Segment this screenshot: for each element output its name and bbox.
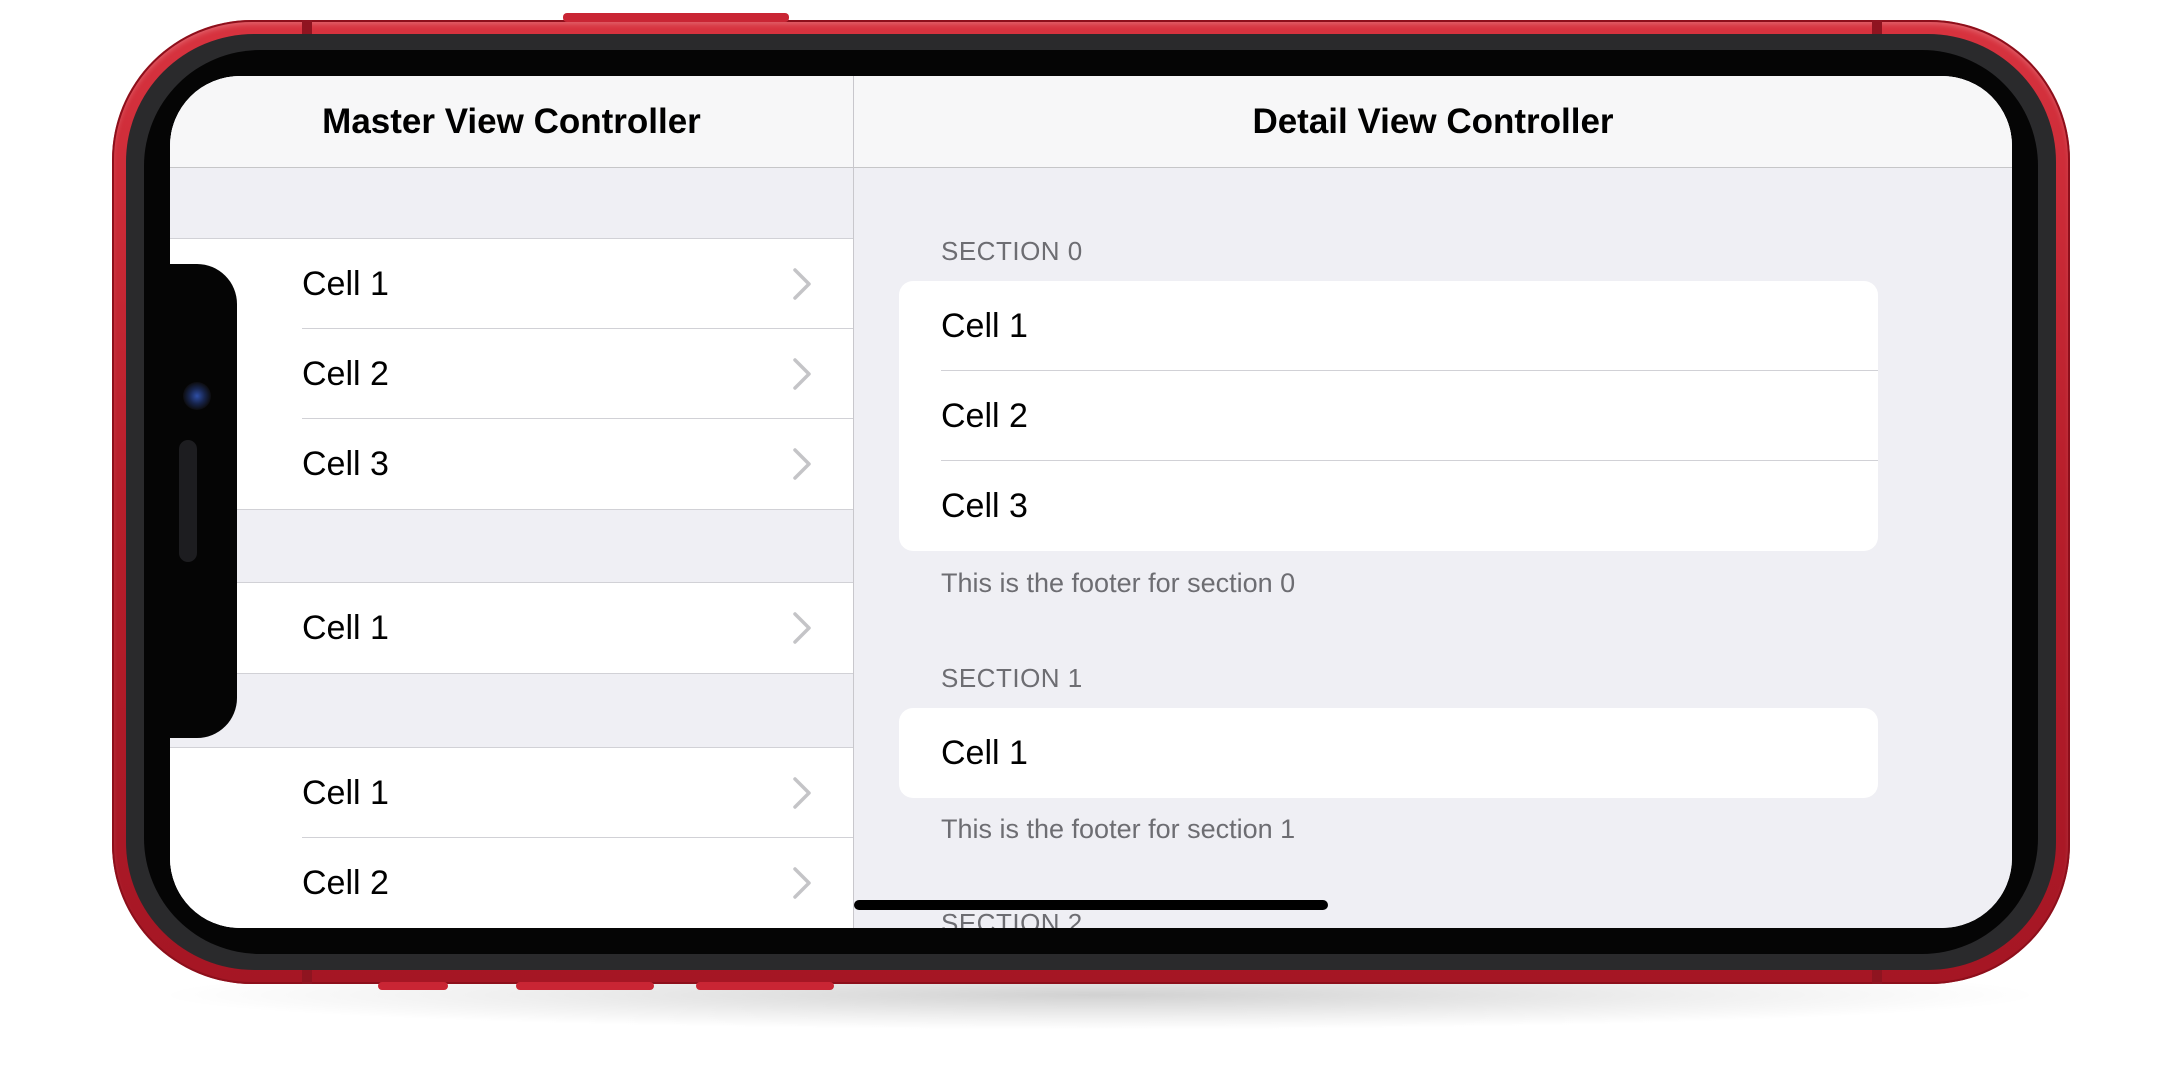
side-button[interactable] — [563, 13, 789, 22]
device-screen: Master View Controller Cell 1 Cell 2 Cel… — [170, 76, 2012, 928]
cell-label: Cell 1 — [941, 733, 1028, 772]
section-header: SECTION 2 — [941, 908, 1083, 928]
front-camera-icon — [183, 382, 211, 410]
master-cell[interactable]: Cell 1 — [170, 748, 853, 838]
master-nav-bar: Master View Controller — [170, 76, 853, 168]
master-section-2: Cell 1 Cell 2 — [170, 747, 853, 928]
cell-label: Cell 3 — [941, 486, 1028, 525]
detail-cell[interactable]: Cell 2 — [899, 371, 1878, 461]
mute-switch[interactable] — [378, 982, 448, 990]
antenna-band — [302, 970, 312, 984]
section-footer: This is the footer for section 1 — [941, 814, 1296, 844]
detail-cell[interactable]: Cell 3 — [899, 461, 1878, 551]
volume-down-button[interactable] — [696, 982, 834, 990]
detail-cell[interactable]: Cell 1 — [899, 708, 1878, 798]
device-notch — [165, 264, 237, 738]
master-cell[interactable]: Cell 1 — [170, 583, 853, 673]
antenna-band — [302, 20, 312, 34]
master-section-0: Cell 1 Cell 2 Cell 3 — [170, 238, 853, 510]
detail-section-0: Cell 1 Cell 2 Cell 3 — [899, 281, 1878, 551]
detail-nav-title: Detail View Controller — [1252, 101, 1614, 141]
chevron-right-icon — [793, 777, 811, 809]
master-cell[interactable]: Cell 2 — [170, 329, 853, 419]
master-nav-title: Master View Controller — [322, 101, 701, 141]
home-indicator[interactable] — [854, 900, 1328, 910]
section-footer: This is the footer for section 0 — [941, 568, 1296, 598]
earpiece-speaker — [179, 440, 197, 562]
chevron-right-icon — [793, 867, 811, 899]
detail-pane: Detail View Controller SECTION 0 Cell 1 … — [854, 76, 2012, 928]
master-cell[interactable]: Cell 3 — [170, 419, 853, 509]
chevron-right-icon — [793, 358, 811, 390]
cell-label: Cell 2 — [302, 863, 389, 902]
section-header: SECTION 1 — [941, 663, 1083, 693]
detail-cell[interactable]: Cell 1 — [899, 281, 1878, 371]
cell-label: Cell 1 — [941, 306, 1028, 345]
cell-label: Cell 1 — [302, 608, 389, 647]
cell-label: Cell 3 — [302, 444, 389, 483]
section-header: SECTION 0 — [941, 236, 1083, 266]
chevron-right-icon — [793, 268, 811, 300]
detail-nav-bar: Detail View Controller — [854, 76, 2012, 168]
cell-label: Cell 1 — [302, 264, 389, 303]
detail-section-1: Cell 1 — [899, 708, 1878, 798]
antenna-band — [1872, 970, 1882, 984]
master-section-1: Cell 1 — [170, 582, 853, 674]
cell-label: Cell 1 — [302, 773, 389, 812]
antenna-band — [1872, 20, 1882, 34]
chevron-right-icon — [793, 448, 811, 480]
cell-label: Cell 2 — [302, 354, 389, 393]
chevron-right-icon — [793, 612, 811, 644]
volume-up-button[interactable] — [516, 982, 654, 990]
master-cell[interactable]: Cell 1 — [170, 239, 853, 329]
cell-label: Cell 2 — [941, 396, 1028, 435]
master-cell[interactable]: Cell 2 — [170, 838, 853, 928]
master-pane: Master View Controller Cell 1 Cell 2 Cel… — [170, 76, 854, 928]
